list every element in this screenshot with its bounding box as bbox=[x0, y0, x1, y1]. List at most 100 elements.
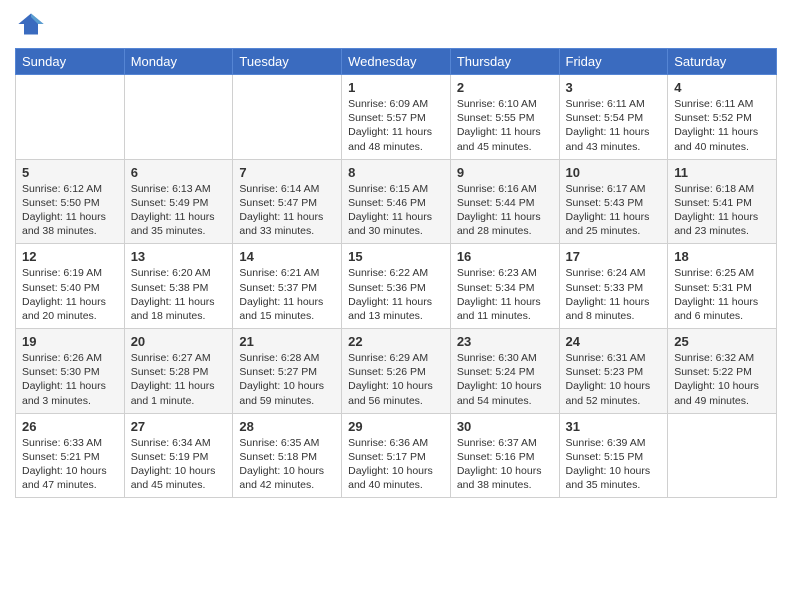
day-number: 30 bbox=[457, 419, 553, 434]
day-info: Sunrise: 6:21 AM Sunset: 5:37 PM Dayligh… bbox=[239, 266, 335, 323]
day-info: Sunrise: 6:37 AM Sunset: 5:16 PM Dayligh… bbox=[457, 436, 553, 493]
day-number: 8 bbox=[348, 165, 444, 180]
calendar-cell: 5 Sunrise: 6:12 AM Sunset: 5:50 PM Daylig… bbox=[16, 159, 125, 244]
calendar-cell: 21 Sunrise: 6:28 AM Sunset: 5:27 PM Dayli… bbox=[233, 329, 342, 414]
calendar-table: SundayMondayTuesdayWednesdayThursdayFrid… bbox=[15, 48, 777, 498]
day-info: Sunrise: 6:12 AM Sunset: 5:50 PM Dayligh… bbox=[22, 182, 118, 239]
day-info: Sunrise: 6:23 AM Sunset: 5:34 PM Dayligh… bbox=[457, 266, 553, 323]
day-number: 22 bbox=[348, 334, 444, 349]
calendar-cell: 8 Sunrise: 6:15 AM Sunset: 5:46 PM Daylig… bbox=[342, 159, 451, 244]
day-info: Sunrise: 6:26 AM Sunset: 5:30 PM Dayligh… bbox=[22, 351, 118, 408]
calendar-cell: 17Sunrise: 6:24 AM Sunset: 5:33 PM Dayli… bbox=[559, 244, 668, 329]
day-number: 31 bbox=[566, 419, 662, 434]
weekday-header-tuesday: Tuesday bbox=[233, 49, 342, 75]
day-info: Sunrise: 6:27 AM Sunset: 5:28 PM Dayligh… bbox=[131, 351, 227, 408]
header bbox=[15, 10, 777, 38]
calendar-week-3: 12Sunrise: 6:19 AM Sunset: 5:40 PM Dayli… bbox=[16, 244, 777, 329]
calendar-cell: 4Sunrise: 6:11 AM Sunset: 5:52 PM Daylig… bbox=[668, 75, 777, 160]
calendar-cell: 15 Sunrise: 6:22 AM Sunset: 5:36 PM Dayli… bbox=[342, 244, 451, 329]
day-number: 6 bbox=[131, 165, 227, 180]
calendar-cell: 3 Sunrise: 6:11 AM Sunset: 5:54 PM Daylig… bbox=[559, 75, 668, 160]
day-info: Sunrise: 6:32 AM Sunset: 5:22 PM Dayligh… bbox=[674, 351, 770, 408]
weekday-header-sunday: Sunday bbox=[16, 49, 125, 75]
day-number: 9 bbox=[457, 165, 553, 180]
calendar-cell: 31 Sunrise: 6:39 AM Sunset: 5:15 PM Dayli… bbox=[559, 413, 668, 498]
day-info: Sunrise: 6:16 AM Sunset: 5:44 PM Dayligh… bbox=[457, 182, 553, 239]
calendar-header: SundayMondayTuesdayWednesdayThursdayFrid… bbox=[16, 49, 777, 75]
day-number: 17 bbox=[566, 249, 662, 264]
day-number: 25 bbox=[674, 334, 770, 349]
calendar-cell: 22 Sunrise: 6:29 AM Sunset: 5:26 PM Dayli… bbox=[342, 329, 451, 414]
calendar-week-2: 5 Sunrise: 6:12 AM Sunset: 5:50 PM Daylig… bbox=[16, 159, 777, 244]
day-info: Sunrise: 6:34 AM Sunset: 5:19 PM Dayligh… bbox=[131, 436, 227, 493]
day-number: 14 bbox=[239, 249, 335, 264]
calendar-cell: 19Sunrise: 6:26 AM Sunset: 5:30 PM Dayli… bbox=[16, 329, 125, 414]
calendar-week-4: 19Sunrise: 6:26 AM Sunset: 5:30 PM Dayli… bbox=[16, 329, 777, 414]
weekday-header-monday: Monday bbox=[124, 49, 233, 75]
calendar-cell: 27Sunrise: 6:34 AM Sunset: 5:19 PM Dayli… bbox=[124, 413, 233, 498]
calendar-cell: 20 Sunrise: 6:27 AM Sunset: 5:28 PM Dayli… bbox=[124, 329, 233, 414]
day-info: Sunrise: 6:36 AM Sunset: 5:17 PM Dayligh… bbox=[348, 436, 444, 493]
day-info: Sunrise: 6:39 AM Sunset: 5:15 PM Dayligh… bbox=[566, 436, 662, 493]
day-info: Sunrise: 6:29 AM Sunset: 5:26 PM Dayligh… bbox=[348, 351, 444, 408]
day-info: Sunrise: 6:13 AM Sunset: 5:49 PM Dayligh… bbox=[131, 182, 227, 239]
calendar-cell: 16Sunrise: 6:23 AM Sunset: 5:34 PM Dayli… bbox=[450, 244, 559, 329]
day-number: 4 bbox=[674, 80, 770, 95]
calendar-cell: 23 Sunrise: 6:30 AM Sunset: 5:24 PM Dayli… bbox=[450, 329, 559, 414]
day-number: 23 bbox=[457, 334, 553, 349]
weekday-header-saturday: Saturday bbox=[668, 49, 777, 75]
day-info: Sunrise: 6:33 AM Sunset: 5:21 PM Dayligh… bbox=[22, 436, 118, 493]
weekday-header-friday: Friday bbox=[559, 49, 668, 75]
calendar-cell: 18 Sunrise: 6:25 AM Sunset: 5:31 PM Dayli… bbox=[668, 244, 777, 329]
calendar-cell: 13Sunrise: 6:20 AM Sunset: 5:38 PM Dayli… bbox=[124, 244, 233, 329]
day-number: 2 bbox=[457, 80, 553, 95]
day-info: Sunrise: 6:22 AM Sunset: 5:36 PM Dayligh… bbox=[348, 266, 444, 323]
weekday-row: SundayMondayTuesdayWednesdayThursdayFrid… bbox=[16, 49, 777, 75]
day-info: Sunrise: 6:35 AM Sunset: 5:18 PM Dayligh… bbox=[239, 436, 335, 493]
day-info: Sunrise: 6:18 AM Sunset: 5:41 PM Dayligh… bbox=[674, 182, 770, 239]
calendar-cell: 12Sunrise: 6:19 AM Sunset: 5:40 PM Dayli… bbox=[16, 244, 125, 329]
calendar-week-5: 26Sunrise: 6:33 AM Sunset: 5:21 PM Dayli… bbox=[16, 413, 777, 498]
calendar-body: 1 Sunrise: 6:09 AM Sunset: 5:57 PM Daylig… bbox=[16, 75, 777, 498]
day-number: 11 bbox=[674, 165, 770, 180]
calendar-cell: 7Sunrise: 6:14 AM Sunset: 5:47 PM Daylig… bbox=[233, 159, 342, 244]
calendar-cell: 29 Sunrise: 6:36 AM Sunset: 5:17 PM Dayli… bbox=[342, 413, 451, 498]
calendar-cell: 14 Sunrise: 6:21 AM Sunset: 5:37 PM Dayli… bbox=[233, 244, 342, 329]
weekday-header-wednesday: Wednesday bbox=[342, 49, 451, 75]
calendar-cell bbox=[16, 75, 125, 160]
calendar-cell: 26Sunrise: 6:33 AM Sunset: 5:21 PM Dayli… bbox=[16, 413, 125, 498]
day-info: Sunrise: 6:17 AM Sunset: 5:43 PM Dayligh… bbox=[566, 182, 662, 239]
day-info: Sunrise: 6:28 AM Sunset: 5:27 PM Dayligh… bbox=[239, 351, 335, 408]
day-info: Sunrise: 6:10 AM Sunset: 5:55 PM Dayligh… bbox=[457, 97, 553, 154]
calendar-cell: 24Sunrise: 6:31 AM Sunset: 5:23 PM Dayli… bbox=[559, 329, 668, 414]
day-number: 18 bbox=[674, 249, 770, 264]
day-number: 5 bbox=[22, 165, 118, 180]
calendar-cell bbox=[124, 75, 233, 160]
logo bbox=[15, 10, 45, 38]
day-info: Sunrise: 6:11 AM Sunset: 5:54 PM Dayligh… bbox=[566, 97, 662, 154]
calendar-cell: 25 Sunrise: 6:32 AM Sunset: 5:22 PM Dayli… bbox=[668, 329, 777, 414]
day-number: 10 bbox=[566, 165, 662, 180]
day-number: 7 bbox=[239, 165, 335, 180]
day-info: Sunrise: 6:20 AM Sunset: 5:38 PM Dayligh… bbox=[131, 266, 227, 323]
logo-icon bbox=[17, 10, 45, 38]
day-number: 21 bbox=[239, 334, 335, 349]
day-info: Sunrise: 6:09 AM Sunset: 5:57 PM Dayligh… bbox=[348, 97, 444, 154]
day-number: 20 bbox=[131, 334, 227, 349]
calendar-cell: 30 Sunrise: 6:37 AM Sunset: 5:16 PM Dayli… bbox=[450, 413, 559, 498]
day-number: 1 bbox=[348, 80, 444, 95]
day-number: 24 bbox=[566, 334, 662, 349]
calendar-cell bbox=[233, 75, 342, 160]
calendar-cell bbox=[668, 413, 777, 498]
day-number: 3 bbox=[566, 80, 662, 95]
day-info: Sunrise: 6:30 AM Sunset: 5:24 PM Dayligh… bbox=[457, 351, 553, 408]
calendar-cell: 28Sunrise: 6:35 AM Sunset: 5:18 PM Dayli… bbox=[233, 413, 342, 498]
page: SundayMondayTuesdayWednesdayThursdayFrid… bbox=[0, 0, 792, 612]
day-number: 15 bbox=[348, 249, 444, 264]
calendar-week-1: 1 Sunrise: 6:09 AM Sunset: 5:57 PM Daylig… bbox=[16, 75, 777, 160]
day-info: Sunrise: 6:25 AM Sunset: 5:31 PM Dayligh… bbox=[674, 266, 770, 323]
calendar-cell: 2 Sunrise: 6:10 AM Sunset: 5:55 PM Daylig… bbox=[450, 75, 559, 160]
day-info: Sunrise: 6:15 AM Sunset: 5:46 PM Dayligh… bbox=[348, 182, 444, 239]
calendar-cell: 1 Sunrise: 6:09 AM Sunset: 5:57 PM Daylig… bbox=[342, 75, 451, 160]
day-number: 29 bbox=[348, 419, 444, 434]
